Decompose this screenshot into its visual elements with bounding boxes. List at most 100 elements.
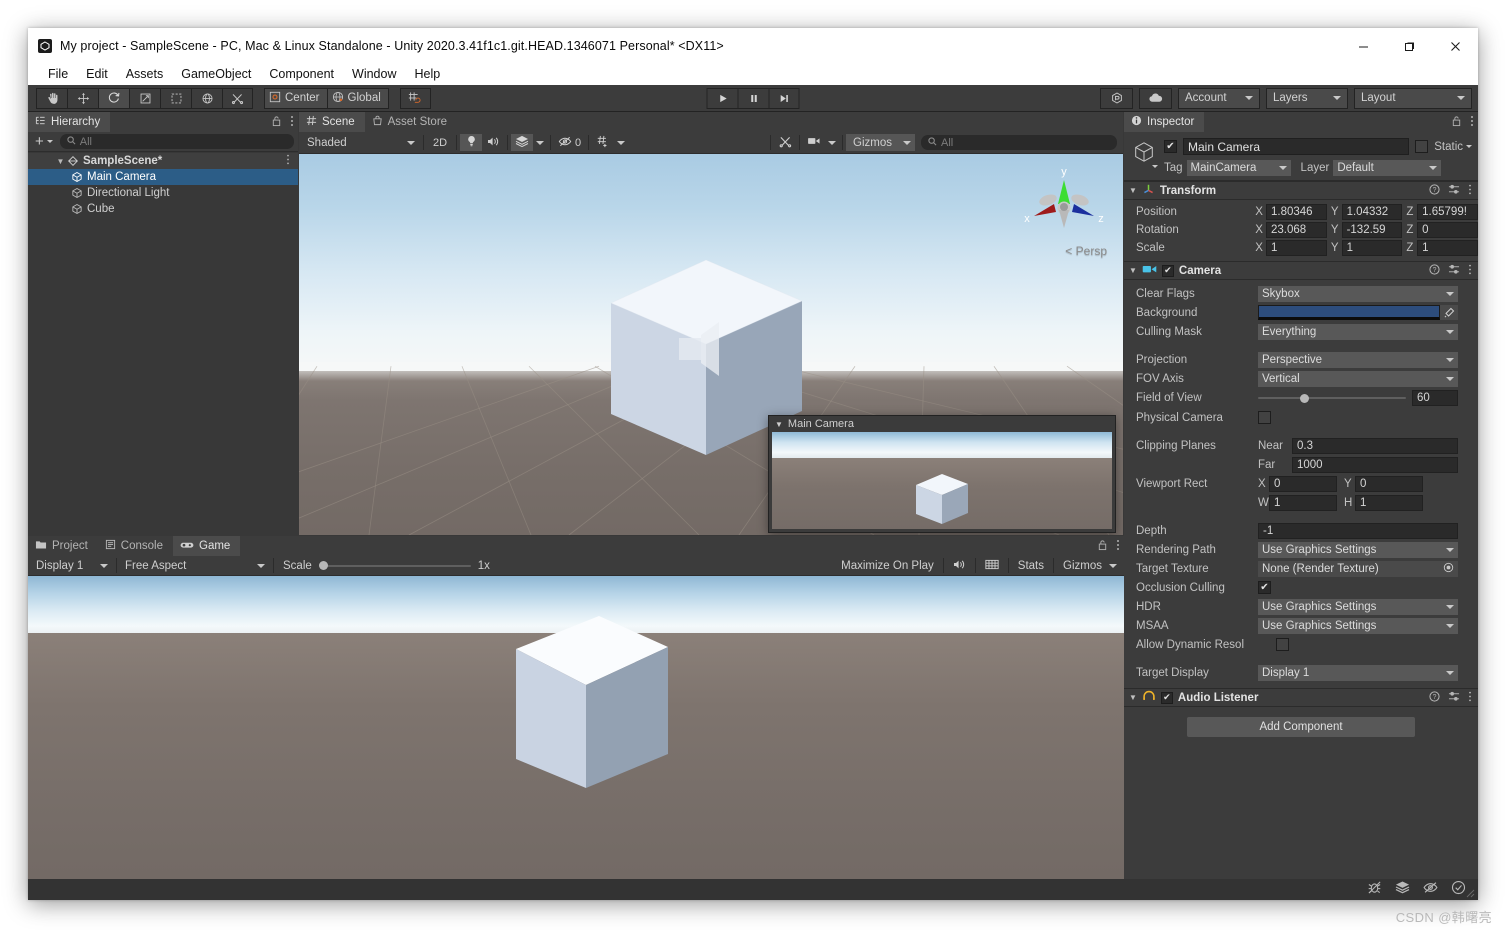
lock-icon[interactable] [1097,539,1108,554]
layers-dropdown[interactable]: Layers [1266,87,1348,109]
culling-mask-dropdown[interactable]: Everything [1258,323,1458,340]
hand-tool-button[interactable] [36,87,67,109]
menu-edit[interactable]: Edit [77,64,117,85]
clipping-far-input[interactable]: 1000 [1292,456,1458,473]
camera-enabled-checkbox[interactable]: ✔ [1161,264,1174,277]
collab-button[interactable] [1100,87,1133,109]
msaa-dropdown[interactable]: Use Graphics Settings [1258,617,1458,634]
inspector-menu-icon[interactable] [1470,115,1474,130]
help-icon[interactable]: ? [1429,263,1440,278]
game-mute-audio-button[interactable] [947,558,972,574]
lock-icon[interactable] [1451,115,1462,130]
game-scale-slider[interactable] [318,561,471,570]
object-picker-icon[interactable] [1443,562,1454,576]
rotate-tool-button[interactable] [98,87,129,109]
scene-fx-toggle[interactable] [511,134,533,151]
component-menu-icon[interactable] [1468,264,1472,278]
tab-console[interactable]: Console [97,536,173,556]
scene-lighting-toggle[interactable] [460,134,482,151]
game-scale-control[interactable]: Scale 1x [277,560,490,572]
clear-flags-dropdown[interactable]: Skybox [1258,285,1458,302]
menu-window[interactable]: Window [343,64,405,85]
chevron-down-icon[interactable]: ▼ [775,420,783,429]
help-icon[interactable]: ? [1429,690,1440,705]
layer-dropdown[interactable]: Default [1333,160,1442,176]
field-of-view-slider[interactable] [1258,393,1406,403]
handle-rotation-button[interactable]: Global [326,87,389,109]
tab-scene[interactable]: Scene [299,112,365,132]
hierarchy-menu-icon[interactable] [290,115,294,130]
hierarchy-row-scene[interactable]: ▼ SampleScene* [28,153,298,169]
chevron-down-icon[interactable]: ▼ [1129,266,1137,275]
hierarchy-row-directional-light[interactable]: Directional Light [28,185,298,201]
hierarchy-search-input[interactable]: All [59,134,294,149]
game-display-dropdown[interactable]: Display 1 [31,557,113,574]
scene-audio-toggle[interactable] [482,134,504,151]
component-menu-icon[interactable] [1468,691,1472,705]
custom-tool-button[interactable] [222,87,253,109]
field-of-view-input[interactable]: 60 [1412,390,1458,406]
scene-menu-icon[interactable] [286,154,290,168]
preset-icon[interactable] [1448,264,1460,278]
scene-camera-button[interactable] [803,134,826,151]
scene-orientation-gizmo[interactable]: y x z [1021,164,1107,242]
tag-dropdown[interactable]: MainCamera [1186,160,1291,176]
tab-hierarchy[interactable]: Hierarchy [28,112,111,132]
game-scale-knob[interactable] [318,561,328,570]
rendering-path-dropdown[interactable]: Use Graphics Settings [1258,541,1458,558]
projection-dropdown[interactable]: Perspective [1258,351,1458,368]
hdr-dropdown[interactable]: Use Graphics Settings [1258,598,1458,615]
hierarchy-add-button[interactable]: + [32,134,56,149]
maximize-button[interactable] [1386,28,1432,64]
object-active-checkbox[interactable]: ✔ [1164,140,1177,153]
eye-off-icon[interactable] [1423,881,1438,899]
camera-preview-header[interactable]: ▼ Main Camera [769,416,1115,432]
scene-search-input[interactable]: All [921,135,1117,150]
lock-icon[interactable] [271,115,282,130]
hierarchy-row-cube[interactable]: Cube [28,201,298,217]
menu-component[interactable]: Component [260,64,343,85]
rotation-x-input[interactable]: 23.068 [1266,222,1327,238]
step-button[interactable] [768,87,800,109]
field-of-view-knob[interactable] [1300,393,1309,403]
resize-grip[interactable] [1463,885,1475,898]
rotation-y-input[interactable]: -132.59 [1341,222,1403,238]
game-maximize-on-play-button[interactable]: Maximize On Play [835,558,940,574]
game-viewport[interactable] [28,576,1124,896]
scene-tools-button[interactable] [774,134,797,151]
fov-axis-dropdown[interactable]: Vertical [1258,370,1458,387]
help-icon[interactable]: ? [1429,183,1440,198]
pause-button[interactable] [737,87,769,109]
object-name-input[interactable]: Main Camera [1183,138,1410,155]
viewport-h-input[interactable]: 1 [1355,494,1423,511]
rect-tool-button[interactable] [160,87,191,109]
grid-snapping-button[interactable] [399,87,431,109]
scene-draw-mode-dropdown[interactable]: Shaded [302,134,420,151]
game-stats-grid-button[interactable] [979,558,1005,574]
target-texture-field[interactable]: None (Render Texture) [1258,560,1458,577]
component-menu-icon[interactable] [1468,184,1472,198]
game-stats-button[interactable]: Stats [1012,558,1050,574]
chevron-down-icon[interactable] [1152,165,1158,168]
rotation-z-input[interactable]: 0 [1417,222,1478,238]
occlusion-culling-checkbox[interactable]: ✔ [1258,581,1271,594]
game-gizmos-button[interactable]: Gizmos [1057,558,1105,574]
preset-icon[interactable] [1448,691,1460,705]
clipping-near-input[interactable]: 0.3 [1292,437,1458,454]
menu-file[interactable]: File [39,64,77,85]
scale-x-input[interactable]: 1 [1266,240,1327,256]
transform-tool-button[interactable] [191,87,222,109]
layout-dropdown[interactable]: Layout [1354,87,1472,109]
scene-gizmos-button[interactable]: Gizmos [846,134,899,151]
position-z-input[interactable]: 1.65799! [1417,204,1478,220]
gameobject-icon[interactable] [1130,138,1158,168]
bug-icon[interactable] [1367,880,1382,900]
chevron-down-icon[interactable]: ▼ [54,157,67,166]
play-button[interactable] [706,87,738,109]
static-checkbox[interactable] [1415,140,1429,153]
static-dropdown[interactable]: Static [1434,141,1472,153]
game-menu-icon[interactable] [1116,539,1120,554]
scale-z-input[interactable]: 1 [1417,240,1478,256]
close-button[interactable] [1432,28,1478,64]
audio-listener-enabled-checkbox[interactable]: ✔ [1160,691,1173,704]
